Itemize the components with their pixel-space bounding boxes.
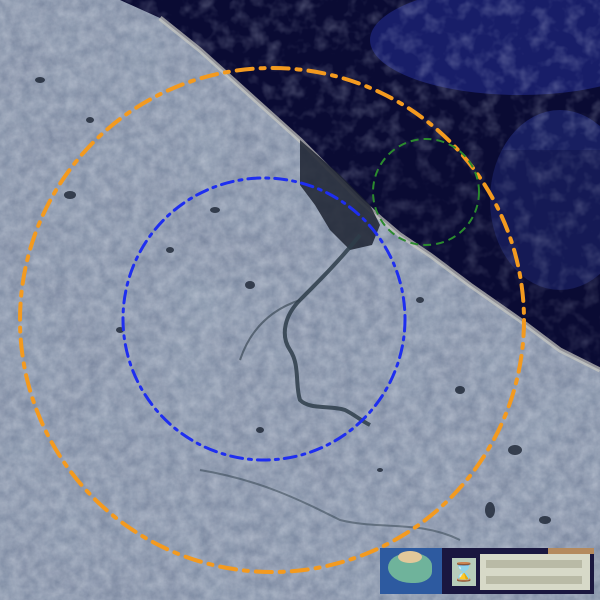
map-canvas[interactable]: ⌛ [0, 0, 600, 600]
hourglass-icon[interactable]: ⌛ [452, 558, 476, 586]
info-panel [480, 554, 590, 590]
hud-panel[interactable]: ⌛ [380, 548, 594, 594]
location-thumbnail[interactable] [380, 548, 442, 594]
hud-accent [548, 548, 594, 554]
satellite-map [0, 0, 600, 600]
